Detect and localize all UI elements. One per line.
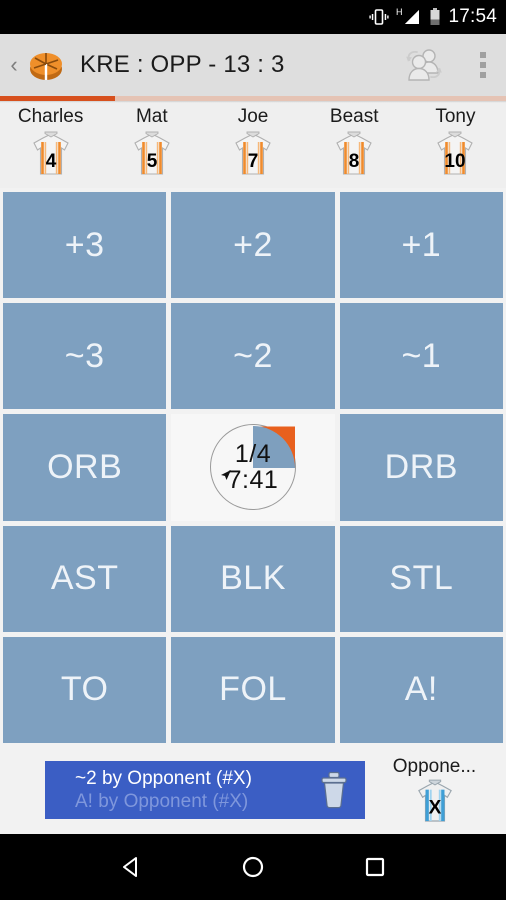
status-clock: 17:54 xyxy=(448,6,497,27)
player-chip[interactable]: Beast 8 xyxy=(304,106,405,178)
opponent-jersey-icon: X xyxy=(416,779,454,825)
player-jersey-icon: 5 xyxy=(132,130,172,178)
overflow-dot xyxy=(480,52,486,58)
player-chip[interactable]: Mat 5 xyxy=(101,106,202,178)
player-name: Tony xyxy=(435,106,476,127)
signal-h-icon: H xyxy=(396,7,422,27)
player-jersey-icon: 7 xyxy=(233,130,273,178)
player-jersey-icon: 8 xyxy=(334,130,374,178)
action-button-grid: +3 +2 +1 ~3 ~2 ~1 ORB 1/4 7:41 DRB AST BLK STL TO FOL A… xyxy=(0,188,506,746)
game-clock-button[interactable]: 1/4 7:41 xyxy=(171,414,335,521)
player-name: Mat xyxy=(135,106,168,127)
clock-time: 7:41 xyxy=(227,465,279,494)
nav-back-icon[interactable] xyxy=(116,852,146,882)
overflow-dot xyxy=(480,72,486,78)
android-nav-bar xyxy=(0,834,506,900)
stat-button-3[interactable]: +3 xyxy=(3,192,167,299)
player-name: Joe xyxy=(237,106,269,127)
player-jersey-number: 7 xyxy=(248,151,259,172)
player-jersey-number: 10 xyxy=(445,151,466,172)
last-action-banner[interactable]: ~2 by Opponent (#X) A! by Opponent (#X) xyxy=(45,761,365,819)
player-jersey-number: 4 xyxy=(45,151,56,172)
player-jersey-icon: 4 xyxy=(31,130,71,178)
player-roster: Charles 4 Mat 5 Joe 7 Beast 8 Tony 10 xyxy=(0,103,506,188)
stat-button-stl[interactable]: STL xyxy=(339,525,503,632)
stat-button-orb[interactable]: ORB xyxy=(3,414,167,521)
player-chip[interactable]: Joe 7 xyxy=(202,106,303,178)
opponent-jersey-number: X xyxy=(428,797,441,818)
bottom-bar: ~2 by Opponent (#X) A! by Opponent (#X) … xyxy=(0,746,506,834)
player-jersey-icon: 10 xyxy=(435,130,475,178)
tab-indicator-active xyxy=(0,96,115,101)
battery-icon xyxy=(429,7,441,27)
page-title: KRE : OPP - 13 : 3 xyxy=(80,51,285,78)
stat-button-1[interactable]: ~1 xyxy=(339,303,503,410)
clock-quarter: 1/4 xyxy=(234,439,272,468)
swap-players-icon[interactable] xyxy=(400,43,448,87)
nav-recents-icon[interactable] xyxy=(360,852,390,882)
stat-button-drb[interactable]: DRB xyxy=(339,414,503,521)
player-jersey-number: 5 xyxy=(147,151,158,172)
stat-button-2[interactable]: +2 xyxy=(171,192,335,299)
status-bar: H 17:54 xyxy=(0,0,506,34)
vibrate-icon xyxy=(369,8,390,26)
overflow-dot xyxy=(480,62,486,68)
opponent-selector[interactable]: Oppone... X xyxy=(369,756,500,825)
stat-button-3[interactable]: ~3 xyxy=(3,303,167,410)
clock-face: 1/4 7:41 xyxy=(209,424,296,511)
tab-indicator-strip xyxy=(0,96,506,101)
player-chip[interactable]: Charles 4 xyxy=(0,106,101,178)
stat-button-blk[interactable]: BLK xyxy=(171,525,335,632)
player-jersey-number: 8 xyxy=(349,151,360,172)
player-chip[interactable]: Tony 10 xyxy=(405,106,506,178)
stat-button-ast[interactable]: AST xyxy=(3,525,167,632)
stat-button-fol[interactable]: FOL xyxy=(171,636,335,743)
trash-icon[interactable] xyxy=(319,771,349,809)
player-name: Beast xyxy=(329,106,379,127)
svg-text:H: H xyxy=(396,7,403,17)
app-bar: ‹ KRE : OPP - 13 : 3 xyxy=(0,34,506,96)
opponent-name: Oppone... xyxy=(392,755,477,777)
stat-button-1[interactable]: +1 xyxy=(339,192,503,299)
stat-button-a[interactable]: A! xyxy=(339,636,503,743)
player-name: Charles xyxy=(17,106,84,127)
clock-cursor-icon xyxy=(220,455,234,481)
nav-home-icon[interactable] xyxy=(238,852,268,882)
stat-button-to[interactable]: TO xyxy=(3,636,167,743)
overflow-menu-icon[interactable] xyxy=(472,48,494,82)
back-button[interactable]: ‹ xyxy=(6,54,22,76)
app-root: H 17:54 ‹ KRE: OPP - 13: 3 Charles 4 M… xyxy=(0,0,506,900)
basketball-logo-icon xyxy=(24,43,68,87)
stat-button-2[interactable]: ~2 xyxy=(171,303,335,410)
